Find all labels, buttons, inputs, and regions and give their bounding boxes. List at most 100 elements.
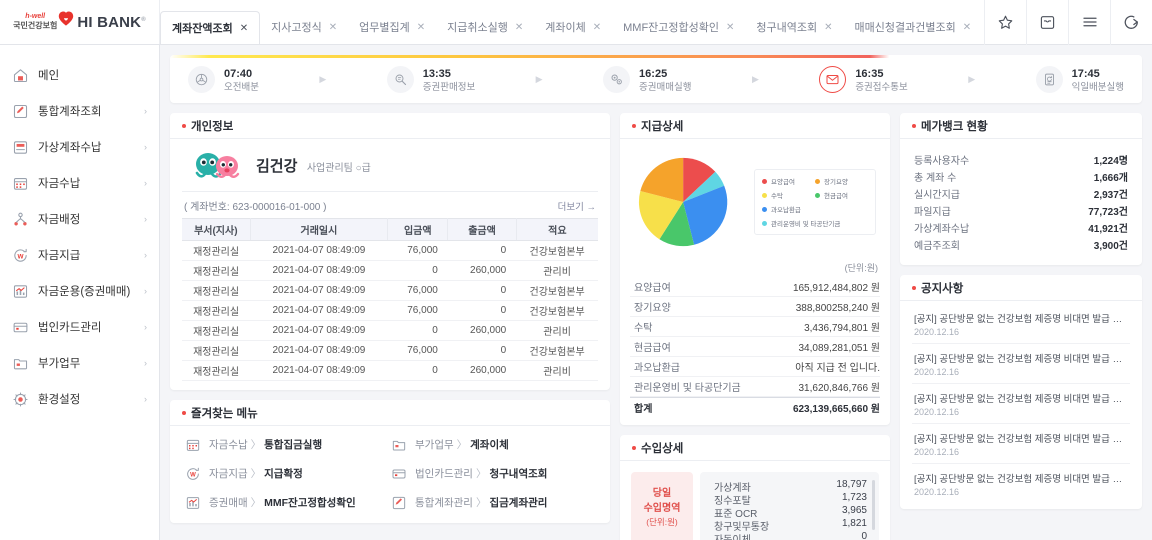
tab-close-icon[interactable]: ✕ (824, 22, 832, 33)
payment-row-value: 388,800258,240 원 (795, 303, 880, 314)
megabank-header: 메가뱅크 현황 (900, 113, 1142, 139)
income-row-value: 3,965 (841, 505, 867, 516)
sidebar-item-1[interactable]: 메인 (0, 57, 159, 93)
megabank-row-1: 등록사용자수 1,224명 (914, 151, 1128, 168)
timeline-step-2[interactable]: 13:35 증권판매정보 (386, 64, 475, 94)
tab-close-icon[interactable]: ✕ (329, 22, 337, 33)
inbox-icon[interactable] (1026, 0, 1068, 45)
income-scrollbar[interactable] (872, 480, 875, 530)
tab-close-icon[interactable]: ✕ (240, 23, 248, 34)
table-row[interactable]: 재정관리실 2021-04-07 08:49:09 76,000 0 건강보험본부 (182, 240, 598, 261)
table-header-row: 부서(지사) 거래일시 입금액 출금액 적요 (182, 218, 598, 241)
tab-5[interactable]: 계좌이체 ✕ (534, 10, 612, 44)
legend-swatch (815, 192, 820, 198)
favorite-item-4[interactable]: 법인카드관리 〉 청구내역조회 (390, 459, 596, 488)
notice-item-5[interactable]: [공지] 공단방문 없는 건강보험 제증명 비대면 발급 공단방 ... 2020… (912, 464, 1130, 503)
brand-logo[interactable]: h-well 국민건강보험 HI BANK® (0, 0, 160, 44)
tab-close-icon[interactable]: ✕ (726, 22, 734, 33)
payment-detail-card: 지급상세 요양급여 장기요양 수탁 현금급여 과오납환급 관리운영비 및 타공단기금 (단… (620, 113, 890, 425)
tab-3[interactable]: 업무별집계 ✕ (348, 10, 436, 44)
tab-close-icon[interactable]: ✕ (515, 22, 523, 33)
sidebar-item-8[interactable]: 법인카드관리 › (0, 309, 159, 345)
favorite-star-icon[interactable] (984, 0, 1026, 45)
tab-7[interactable]: 청구내역조회 ✕ (745, 10, 843, 44)
timeline-step-3[interactable]: 16:25 증권매매실행 (603, 64, 692, 94)
sidebar-item-10[interactable]: 환경설정 › (0, 381, 159, 417)
sidebar-item-4[interactable]: 자금수납 › (0, 165, 159, 201)
payment-detail-body: 요양급여 장기요양 수탁 현금급여 과오납환급 관리운영비 및 타공단기금 (단위:원) … (620, 139, 890, 425)
table-row[interactable]: 재정관리실 2021-04-07 08:49:09 76,000 0 건강보험본부 (182, 280, 598, 301)
table-row[interactable]: 재정관리실 2021-04-07 08:49:09 0 260,000 관리비 (182, 360, 598, 381)
folder-icon (390, 436, 407, 453)
payment-row-3: 수탁 3,436,794,801 원 (630, 317, 880, 337)
timeline-step-5[interactable]: 17:45 익일배분실행 (1035, 64, 1124, 94)
table-row[interactable]: 재정관리실 2021-04-07 08:49:09 76,000 0 건강보험본부 (182, 340, 598, 361)
table-cell: 재정관리실 (182, 300, 251, 321)
tab-close-icon[interactable]: ✕ (417, 22, 425, 33)
tab-close-icon[interactable]: ✕ (963, 22, 971, 33)
sidebar-item-label: 환경설정 (38, 394, 81, 406)
notice-item-3[interactable]: [공지] 공단방문 없는 건강보험 제증명 비대면 발급 공단방 ... 2020… (912, 384, 1130, 424)
edit-note-icon (12, 103, 29, 120)
timeline-step-text: 13:35 증권판매정보 (423, 64, 475, 94)
favorite-item-3[interactable]: W 자금지급 〉 지급확정 (184, 459, 390, 488)
sidebar-item-5[interactable]: 자금배정 › (0, 201, 159, 237)
legend-item-1: 요양급여 (762, 176, 815, 186)
payment-row-label: 장기요양 (634, 303, 671, 314)
payment-row-label: 요양급여 (634, 283, 671, 294)
notice-item-2[interactable]: [공지] 공단방문 없는 건강보험 제증명 비대면 발급 공단방 ... 2020… (912, 344, 1130, 384)
payment-row-label: 과오납환급 (634, 363, 680, 374)
table-row[interactable]: 재정관리실 2021-04-07 08:49:09 76,000 0 건강보험본부 (182, 300, 598, 321)
payment-row-value: 165,912,484,802 원 (792, 283, 880, 294)
table-cell: 2021-04-07 08:49:09 (250, 360, 388, 381)
pie-chart-area: 요양급여 장기요양 수탁 현금급여 과오납환급 관리운영비 및 타공단기금 (630, 147, 880, 261)
megabank-row-6: 예금주조회 3,900건 (914, 236, 1128, 253)
table-row[interactable]: 재정관리실 2021-04-07 08:49:09 0 260,000 관리비 (182, 260, 598, 281)
tab-label: 청구내역조회 (756, 22, 818, 34)
tab-close-icon[interactable]: ✕ (593, 22, 601, 33)
megabank-row-value: 1,224명 (1093, 156, 1128, 167)
tab-8[interactable]: 매매신청결과건별조회 ✕ (844, 10, 983, 44)
sidebar-item-7[interactable]: 자금운용(증권매매) › (0, 273, 159, 309)
megabank-row-value: 1,666개 (1093, 173, 1128, 184)
sidebar-item-9[interactable]: 부가업무 › (0, 345, 159, 381)
legend-item-6: 관리운영비 및 타공단기금 (762, 218, 868, 228)
refresh-doc-icon (1035, 65, 1063, 93)
notice-item-4[interactable]: [공지] 공단방문 없는 건강보험 제증명 비대면 발급 공단방 ... 2020… (912, 424, 1130, 464)
bullet-icon (632, 123, 636, 128)
payment-row-value: 34,089,281,051 원 (798, 343, 881, 354)
sidebar-item-6[interactable]: W 자금지급 › (0, 237, 159, 273)
income-row-4: 창구및무통장 1,821 (714, 518, 867, 533)
more-link[interactable]: 더보기 → (558, 199, 596, 213)
tab-6[interactable]: MMF잔고정합성확인 ✕ (612, 10, 745, 44)
menu-icon[interactable] (1068, 0, 1110, 45)
won-refresh-icon: W (184, 465, 201, 482)
sidebar-item-label: 부가업무 (38, 358, 81, 370)
timeline-step-4[interactable]: 16:35 증권접수통보 (819, 64, 908, 94)
megabank-card: 메가뱅크 현황 등록사용자수 1,224명 총 계좌 수 1,666개 실시간지급 2,9… (900, 113, 1142, 265)
chevron-right-icon: › (144, 286, 147, 296)
account-number: ( 계좌번호: 623-000016-01-000 ) (184, 202, 327, 213)
tab-2[interactable]: 지사고정식 ✕ (260, 10, 348, 44)
bar-chart-icon (184, 494, 201, 511)
tab-4[interactable]: 지급취소실행 ✕ (436, 10, 534, 44)
timeline-step-time: 16:25 (639, 68, 668, 81)
favorite-item-5[interactable]: 증권매매 〉 MMF잔고정합성확인 (184, 488, 390, 517)
top-bar: h-well 국민건강보험 HI BANK® 계좌잔액조회 ✕ 지사고정식 ✕ 업무별집… (0, 0, 1152, 45)
timeline-step-1[interactable]: 07:40 오전배분 (188, 64, 259, 94)
sidebar-item-3[interactable]: 가상계좌수납 › (0, 129, 159, 165)
table-cell: 건강보험본부 (516, 280, 598, 301)
megabank-row-value: 77,723건 (1088, 207, 1128, 218)
megabank-list: 등록사용자수 1,224명 총 계좌 수 1,666개 실시간지급 2,937건 파일지급 7… (900, 139, 1142, 265)
notice-item-1[interactable]: [공지] 공단방문 없는 건강보험 제증명 비대면 발급 공단방 ... 2020… (912, 304, 1130, 344)
sidebar-item-2[interactable]: 통합계좌조회 › (0, 93, 159, 129)
tab-1[interactable]: 계좌잔액조회 ✕ (160, 11, 261, 44)
payment-amount-list: 요양급여 165,912,484,802 원장기요양 388,800258,240 … (630, 277, 880, 417)
favorite-item-1[interactable]: 자금수납 〉 통합집금실행 (184, 430, 390, 459)
table-row[interactable]: 재정관리실 2021-04-07 08:49:09 0 260,000 관리비 (182, 320, 598, 341)
payment-total-label: 합계 (634, 404, 653, 415)
favorite-item-2[interactable]: 부가업무 〉 계좌이체 (390, 430, 596, 459)
favorite-item-6[interactable]: 통합계좌관리 〉 집금계좌관리 (390, 488, 596, 517)
hierarchy-icon (12, 211, 29, 228)
logout-icon[interactable] (1110, 0, 1152, 45)
